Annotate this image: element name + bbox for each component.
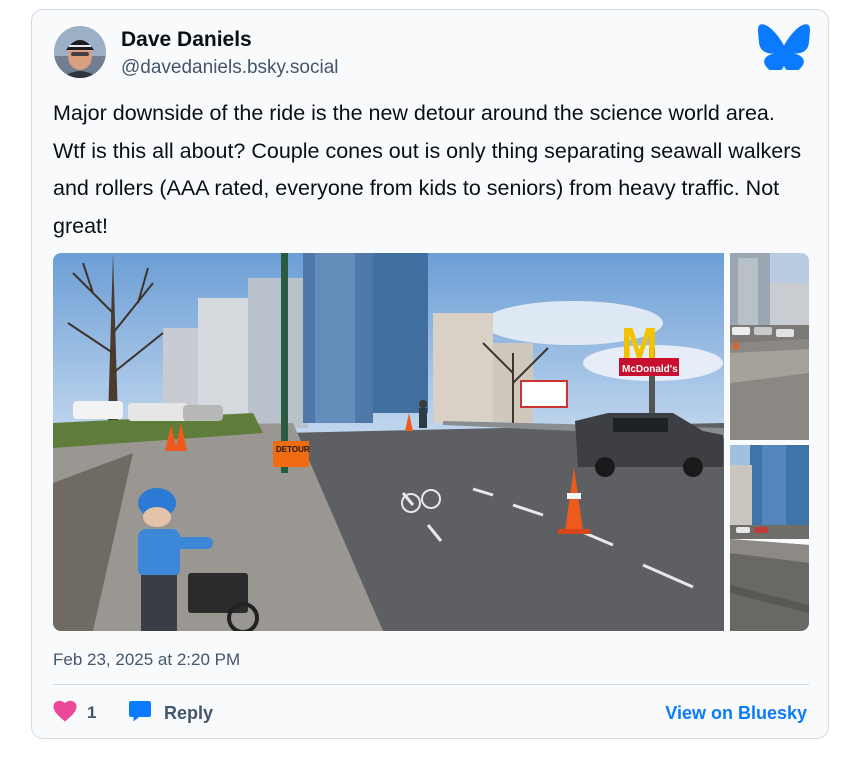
main-photo[interactable]: M McDonald's DETOUR bbox=[53, 253, 724, 631]
author-avatar[interactable] bbox=[54, 26, 106, 78]
reply-label[interactable]: Reply bbox=[164, 703, 213, 724]
side-photo-bottom[interactable] bbox=[730, 445, 809, 631]
speech-bubble-icon[interactable] bbox=[128, 700, 152, 727]
like-count: 1 bbox=[87, 703, 97, 722]
heart-icon[interactable] bbox=[53, 700, 77, 727]
reply-button[interactable]: Reply bbox=[128, 700, 213, 726]
post-card[interactable]: Dave Daniels @davedaniels.bsky.social Ma… bbox=[31, 9, 829, 739]
author-handle[interactable]: @davedaniels.bsky.social bbox=[121, 56, 339, 80]
butterfly-icon[interactable] bbox=[758, 24, 810, 73]
view-on-bluesky-link[interactable]: View on Bluesky bbox=[665, 700, 807, 726]
post-text: Major downside of the ride is the new de… bbox=[53, 101, 802, 238]
restaurant-sign-text: McDonald's bbox=[622, 364, 678, 375]
post-timestamp[interactable]: Feb 23, 2025 at 2:20 PM bbox=[53, 649, 240, 671]
side-photo-top[interactable] bbox=[730, 253, 809, 440]
divider bbox=[53, 684, 809, 685]
like-button[interactable]: 1 bbox=[53, 700, 96, 726]
detour-sign-text: DETOUR bbox=[276, 445, 310, 454]
post-media[interactable]: M McDonald's DETOUR bbox=[53, 253, 809, 631]
author-display-name[interactable]: Dave Daniels bbox=[121, 27, 252, 53]
